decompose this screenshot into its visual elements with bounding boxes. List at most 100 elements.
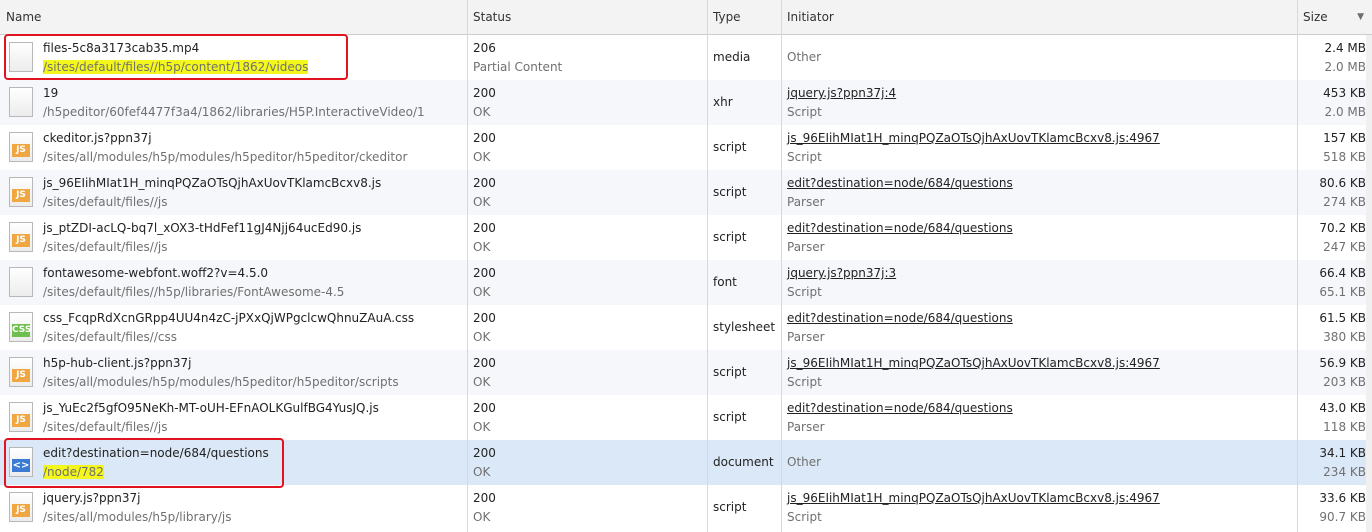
request-name: fontawesome-webfont.woff2?v=4.5.0 xyxy=(43,266,269,280)
js-file-icon: JS xyxy=(9,132,33,162)
initiator-link[interactable]: edit?destination=node/684/questions xyxy=(787,221,1013,235)
initiator-kind: Script xyxy=(787,510,822,524)
transfer-size: 80.6 KB xyxy=(1319,176,1366,190)
resource-size: 380 KB xyxy=(1323,330,1366,344)
status-text: OK xyxy=(473,465,491,479)
request-name: h5p-hub-client.js?ppn37j xyxy=(43,356,192,370)
request-name: js_96EIihMIat1H_minqPQZaOTsQjhAxUovTKlam… xyxy=(43,176,382,190)
status-text: OK xyxy=(473,240,491,254)
request-path: /sites/default/files//css xyxy=(43,330,177,344)
js-file-icon: JS xyxy=(9,492,33,522)
initiator-kind: Script xyxy=(787,105,822,119)
resource-type: document xyxy=(713,455,774,469)
column-header-bar: Name Status Type Initiator Size ▼ xyxy=(0,0,1372,35)
status-code: 206 xyxy=(473,41,496,55)
request-path: /sites/all/modules/h5p/modules/h5peditor… xyxy=(43,150,408,164)
js-file-icon: JS xyxy=(9,357,33,387)
resource-type: script xyxy=(713,410,747,424)
request-name: js_YuEc2f5gfO95NeKh-MT-oUH-EFnAOLKGulfBG… xyxy=(43,401,379,415)
initiator-link[interactable]: js_96EIihMIat1H_minqPQZaOTsQjhAxUovTKlam… xyxy=(787,491,1160,505)
status-text: OK xyxy=(473,420,491,434)
request-path: /sites/default/files//js xyxy=(43,420,168,434)
column-divider xyxy=(707,0,708,532)
initiator-link[interactable]: edit?destination=node/684/questions xyxy=(787,401,1013,415)
blank-file-icon xyxy=(9,267,33,297)
status-code: 200 xyxy=(473,356,496,370)
table-row[interactable]: CSS css_FcqpRdXcnGRpp4UU4n4zC-jPXxQjWPgcl… xyxy=(0,305,1372,350)
column-header-type[interactable]: Type xyxy=(707,0,781,35)
table-row[interactable]: fontawesome-webfont.woff2?v=4.5.0/sites/… xyxy=(0,260,1372,305)
status-code: 200 xyxy=(473,221,496,235)
initiator-link[interactable]: js_96EIihMIat1H_minqPQZaOTsQjhAxUovTKlam… xyxy=(787,131,1160,145)
transfer-size: 43.0 KB xyxy=(1319,401,1366,415)
transfer-size: 453 KB xyxy=(1323,86,1366,100)
js-file-icon: JS xyxy=(9,177,33,207)
request-path: /sites/default/files//js xyxy=(43,195,168,209)
transfer-size: 66.4 KB xyxy=(1319,266,1366,280)
js-file-icon: JS xyxy=(9,222,33,252)
status-code: 200 xyxy=(473,491,496,505)
table-row[interactable]: JS jquery.js?ppn37j/sites/all/modules/h5p… xyxy=(0,485,1372,530)
table-row[interactable]: JS js_YuEc2f5gfO95NeKh-MT-oUH-EFnAOLKGulf… xyxy=(0,395,1372,440)
vertical-scrollbar[interactable] xyxy=(1366,35,1372,532)
column-header-initiator[interactable]: Initiator xyxy=(781,0,1297,35)
sort-descending-icon[interactable]: ▼ xyxy=(1357,0,1364,35)
resource-size: 247 KB xyxy=(1323,240,1366,254)
status-text: OK xyxy=(473,150,491,164)
status-text: OK xyxy=(473,375,491,389)
transfer-size: 33.6 KB xyxy=(1319,491,1366,505)
status-text: Partial Content xyxy=(473,60,563,74)
table-row[interactable]: JS h5p-hub-client.js?ppn37j/sites/all/mod… xyxy=(0,350,1372,395)
initiator-kind: Parser xyxy=(787,240,825,254)
table-row[interactable]: JS ckeditor.js?ppn37j/sites/all/modules/h… xyxy=(0,125,1372,170)
resource-size: 118 KB xyxy=(1323,420,1366,434)
initiator-link[interactable]: edit?destination=node/684/questions xyxy=(787,176,1013,190)
initiator-link[interactable]: jquery.js?ppn37j:3 xyxy=(787,266,896,280)
resource-type: font xyxy=(713,275,737,289)
status-text: OK xyxy=(473,330,491,344)
resource-type: script xyxy=(713,185,747,199)
transfer-size: 56.9 KB xyxy=(1319,356,1366,370)
annotation-highlight-box xyxy=(4,34,348,80)
transfer-size: 70.2 KB xyxy=(1319,221,1366,235)
css-file-icon: CSS xyxy=(9,312,33,342)
initiator-link[interactable]: jquery.js?ppn37j:4 xyxy=(787,86,896,100)
column-header-status[interactable]: Status xyxy=(467,0,707,35)
column-divider xyxy=(467,0,468,532)
request-name: ckeditor.js?ppn37j xyxy=(43,131,152,145)
status-code: 200 xyxy=(473,131,496,145)
request-name: jquery.js?ppn37j xyxy=(43,491,141,505)
resource-size: 90.7 KB xyxy=(1319,510,1366,524)
status-code: 200 xyxy=(473,86,496,100)
status-text: OK xyxy=(473,105,491,119)
status-code: 200 xyxy=(473,401,496,415)
transfer-size: 157 KB xyxy=(1323,131,1366,145)
column-divider xyxy=(1297,0,1298,532)
column-divider xyxy=(781,0,782,532)
initiator-kind: Parser xyxy=(787,420,825,434)
request-name: js_ptZDI-acLQ-bq7l_xOX3-tHdFef11gJ4Njj64… xyxy=(43,221,362,235)
annotation-highlight-box xyxy=(4,438,284,488)
resource-type: script xyxy=(713,365,747,379)
resource-size: 2.0 MB xyxy=(1324,60,1366,74)
table-row[interactable]: JS js_96EIihMIat1H_minqPQZaOTsQjhAxUovTKl… xyxy=(0,170,1372,215)
request-path: /h5peditor/60fef4477f3a4/1862/libraries/… xyxy=(43,105,425,119)
status-code: 200 xyxy=(473,176,496,190)
initiator-text: Other xyxy=(787,50,822,64)
blank-file-icon xyxy=(9,87,33,117)
resource-size: 234 KB xyxy=(1323,465,1366,479)
initiator-link[interactable]: js_96EIihMIat1H_minqPQZaOTsQjhAxUovTKlam… xyxy=(787,356,1160,370)
resource-size: 203 KB xyxy=(1323,375,1366,389)
table-row[interactable]: 19/h5peditor/60fef4477f3a4/1862/librarie… xyxy=(0,80,1372,125)
column-header-name[interactable]: Name xyxy=(0,0,467,35)
resource-type: xhr xyxy=(713,95,733,109)
request-path: /sites/all/modules/h5p/library/js xyxy=(43,510,232,524)
resource-size: 2.0 MB xyxy=(1324,105,1366,119)
table-row[interactable]: JS js_ptZDI-acLQ-bq7l_xOX3-tHdFef11gJ4Njj… xyxy=(0,215,1372,260)
resource-type: script xyxy=(713,140,747,154)
initiator-kind: Parser xyxy=(787,195,825,209)
initiator-kind: Script xyxy=(787,285,822,299)
initiator-link[interactable]: edit?destination=node/684/questions xyxy=(787,311,1013,325)
request-name: 19 xyxy=(43,86,59,100)
initiator-kind: Script xyxy=(787,150,822,164)
